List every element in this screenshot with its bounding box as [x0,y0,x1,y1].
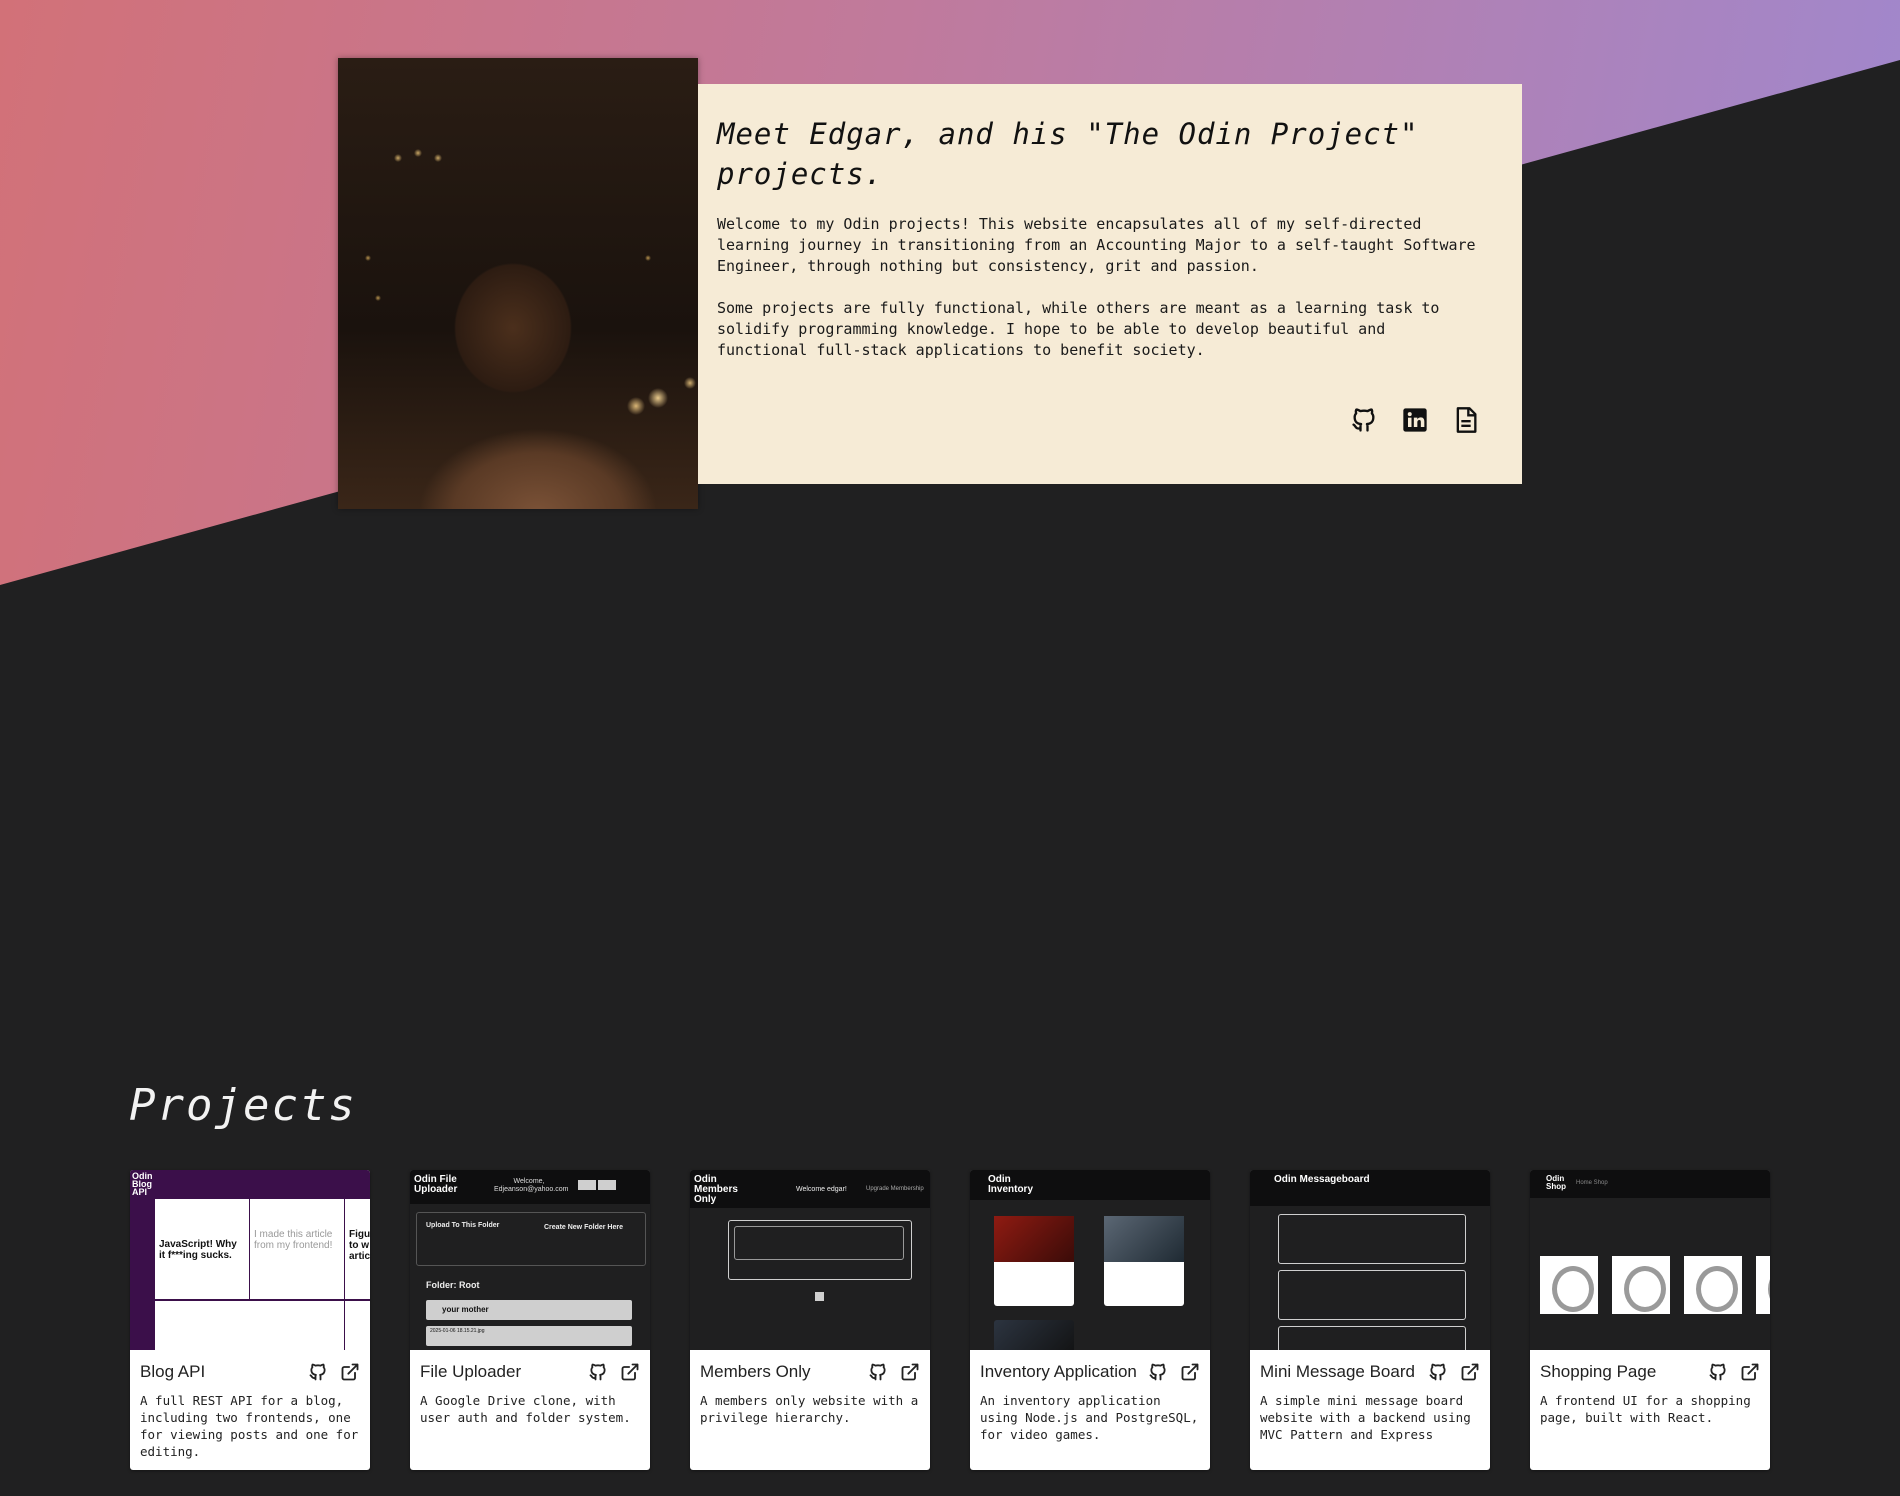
thumbnail-game-card [994,1320,1074,1350]
project-thumbnail[interactable]: Odin Shop Home Shop [1530,1170,1770,1350]
thumbnail-logo: Odin Inventory [988,1174,1034,1195]
project-description: A simple mini message board website with… [1260,1393,1471,1442]
external-link-icon[interactable] [1740,1362,1760,1382]
project-title: Mini Message Board [1260,1362,1415,1381]
thumbnail-nav: Home Shop [1576,1180,1608,1186]
project-card-file-uploader: Odin File Uploader Welcome, Edjeanson@ya… [410,1170,650,1470]
project-card-inventory-application: Odin Inventory Inventory Application An … [970,1170,1210,1470]
profile-photo [338,58,698,509]
intro-paragraph-1: Welcome to my Odin projects! This websit… [717,215,1476,275]
project-description: A members only website with a privilege … [700,1393,919,1425]
resume-icon[interactable] [1452,406,1480,434]
thumbnail-button [578,1180,596,1190]
thumbnail-logo: Odin Members Only [694,1174,738,1205]
thumbnail-create-label: Create New Folder Here [544,1224,623,1231]
github-icon[interactable] [588,1362,608,1382]
github-icon[interactable] [1708,1362,1728,1382]
thumbnail-logo: Odin Messageboard [1274,1174,1370,1185]
thumbnail-product [1540,1256,1598,1314]
thumbnail-post: JavaScript! Why it f***ing sucks. [154,1198,250,1300]
linkedin-icon[interactable] [1401,406,1429,434]
project-description: An inventory application using Node.js a… [980,1393,1199,1442]
thumbnail-message [1278,1214,1466,1264]
project-title: Inventory Application [980,1362,1137,1381]
thumbnail-game-card [1104,1216,1184,1306]
intro-paragraph-2: Some projects are fully functional, whil… [717,299,1440,359]
project-thumbnail[interactable]: Odin File Uploader Welcome, Edjeanson@ya… [410,1170,650,1350]
external-link-icon[interactable] [1180,1362,1200,1382]
thumbnail-message [1278,1326,1466,1350]
external-link-icon[interactable] [1460,1362,1480,1382]
project-title: Shopping Page [1540,1362,1657,1381]
external-link-icon[interactable] [900,1362,920,1382]
projects-heading: Projects [129,1080,357,1131]
thumbnail-post-title: Figu to w artic [349,1229,370,1262]
thumbnail-file-name: your mother [442,1305,489,1314]
thumbnail-upload-box [416,1212,646,1266]
project-thumbnail[interactable]: Odin Members Only Welcome edgar! Upgrade… [690,1170,930,1350]
intro-title: Meet Edgar, and his "The Odin Project" p… [717,117,1419,191]
project-card-members-only: Odin Members Only Welcome edgar! Upgrade… [690,1170,930,1470]
thumbnail-welcome: Welcome, Edjeanson@yahoo.com [494,1178,569,1193]
thumbnail-logo: Odin Blog API [132,1171,153,1197]
github-icon[interactable] [1428,1362,1448,1382]
github-icon[interactable] [868,1362,888,1382]
project-card-blog-api: Odin Blog API JavaScript! Why it f***ing… [130,1170,370,1470]
thumbnail-post [154,1300,345,1350]
project-card-shopping-page: Odin Shop Home Shop Shopping Page A fron… [1530,1170,1770,1470]
thumbnail-product [1612,1256,1670,1314]
project-title: Blog API [140,1362,206,1381]
thumbnail-post-title: I made this article from my frontend! [254,1229,333,1251]
project-title: Members Only [700,1362,811,1381]
thumbnail-welcome: Welcome edgar! [796,1186,847,1193]
project-description: A full REST API for a blog, including tw… [140,1393,359,1459]
thumbnail-upload-label: Upload To This Folder [426,1222,500,1229]
external-link-icon[interactable] [620,1362,640,1382]
github-icon[interactable] [1148,1362,1168,1382]
project-thumbnail[interactable]: Odin Messageboard [1250,1170,1490,1350]
projects-grid: Odin Blog API JavaScript! Why it f***ing… [130,1170,1770,1470]
thumbnail-message [1278,1270,1466,1320]
intro-card: Meet Edgar, and his "The Odin Project" p… [698,84,1522,484]
thumbnail-product [1756,1256,1770,1314]
project-description: A frontend UI for a shopping page, built… [1540,1393,1751,1425]
thumbnail-post-title: JavaScript! Why it f***ing sucks. [159,1239,237,1261]
project-thumbnail[interactable]: Odin Inventory [970,1170,1210,1350]
thumbnail-folder-label: Folder: Root [426,1280,480,1290]
project-description: A Google Drive clone, with user auth and… [420,1393,631,1425]
thumbnail-file-name: 2025-01-06 18.15.21.jpg [430,1328,485,1334]
thumbnail-button [598,1180,616,1190]
thumbnail-product [1684,1256,1742,1314]
thumbnail-logo: Odin File Uploader [414,1174,458,1195]
thumbnail-logo: Odin Shop [1546,1174,1566,1191]
project-thumbnail[interactable]: Odin Blog API JavaScript! Why it f***ing… [130,1170,370,1350]
thumbnail-upgrade: Upgrade Membership [866,1186,924,1192]
github-icon[interactable] [308,1362,328,1382]
thumbnail-post: Figu to w artic [344,1198,370,1300]
thumbnail-post [344,1300,370,1350]
project-card-mini-message-board: Odin Messageboard Mini Message Board A s… [1250,1170,1490,1470]
plus-icon [815,1292,824,1301]
thumbnail-game-card [994,1216,1074,1306]
github-icon[interactable] [1350,406,1378,434]
intro-social-links [1350,406,1480,434]
thumbnail-input [734,1226,904,1260]
thumbnail-post: I made this article from my frontend! [249,1198,345,1300]
project-title: File Uploader [420,1362,522,1381]
external-link-icon[interactable] [340,1362,360,1382]
